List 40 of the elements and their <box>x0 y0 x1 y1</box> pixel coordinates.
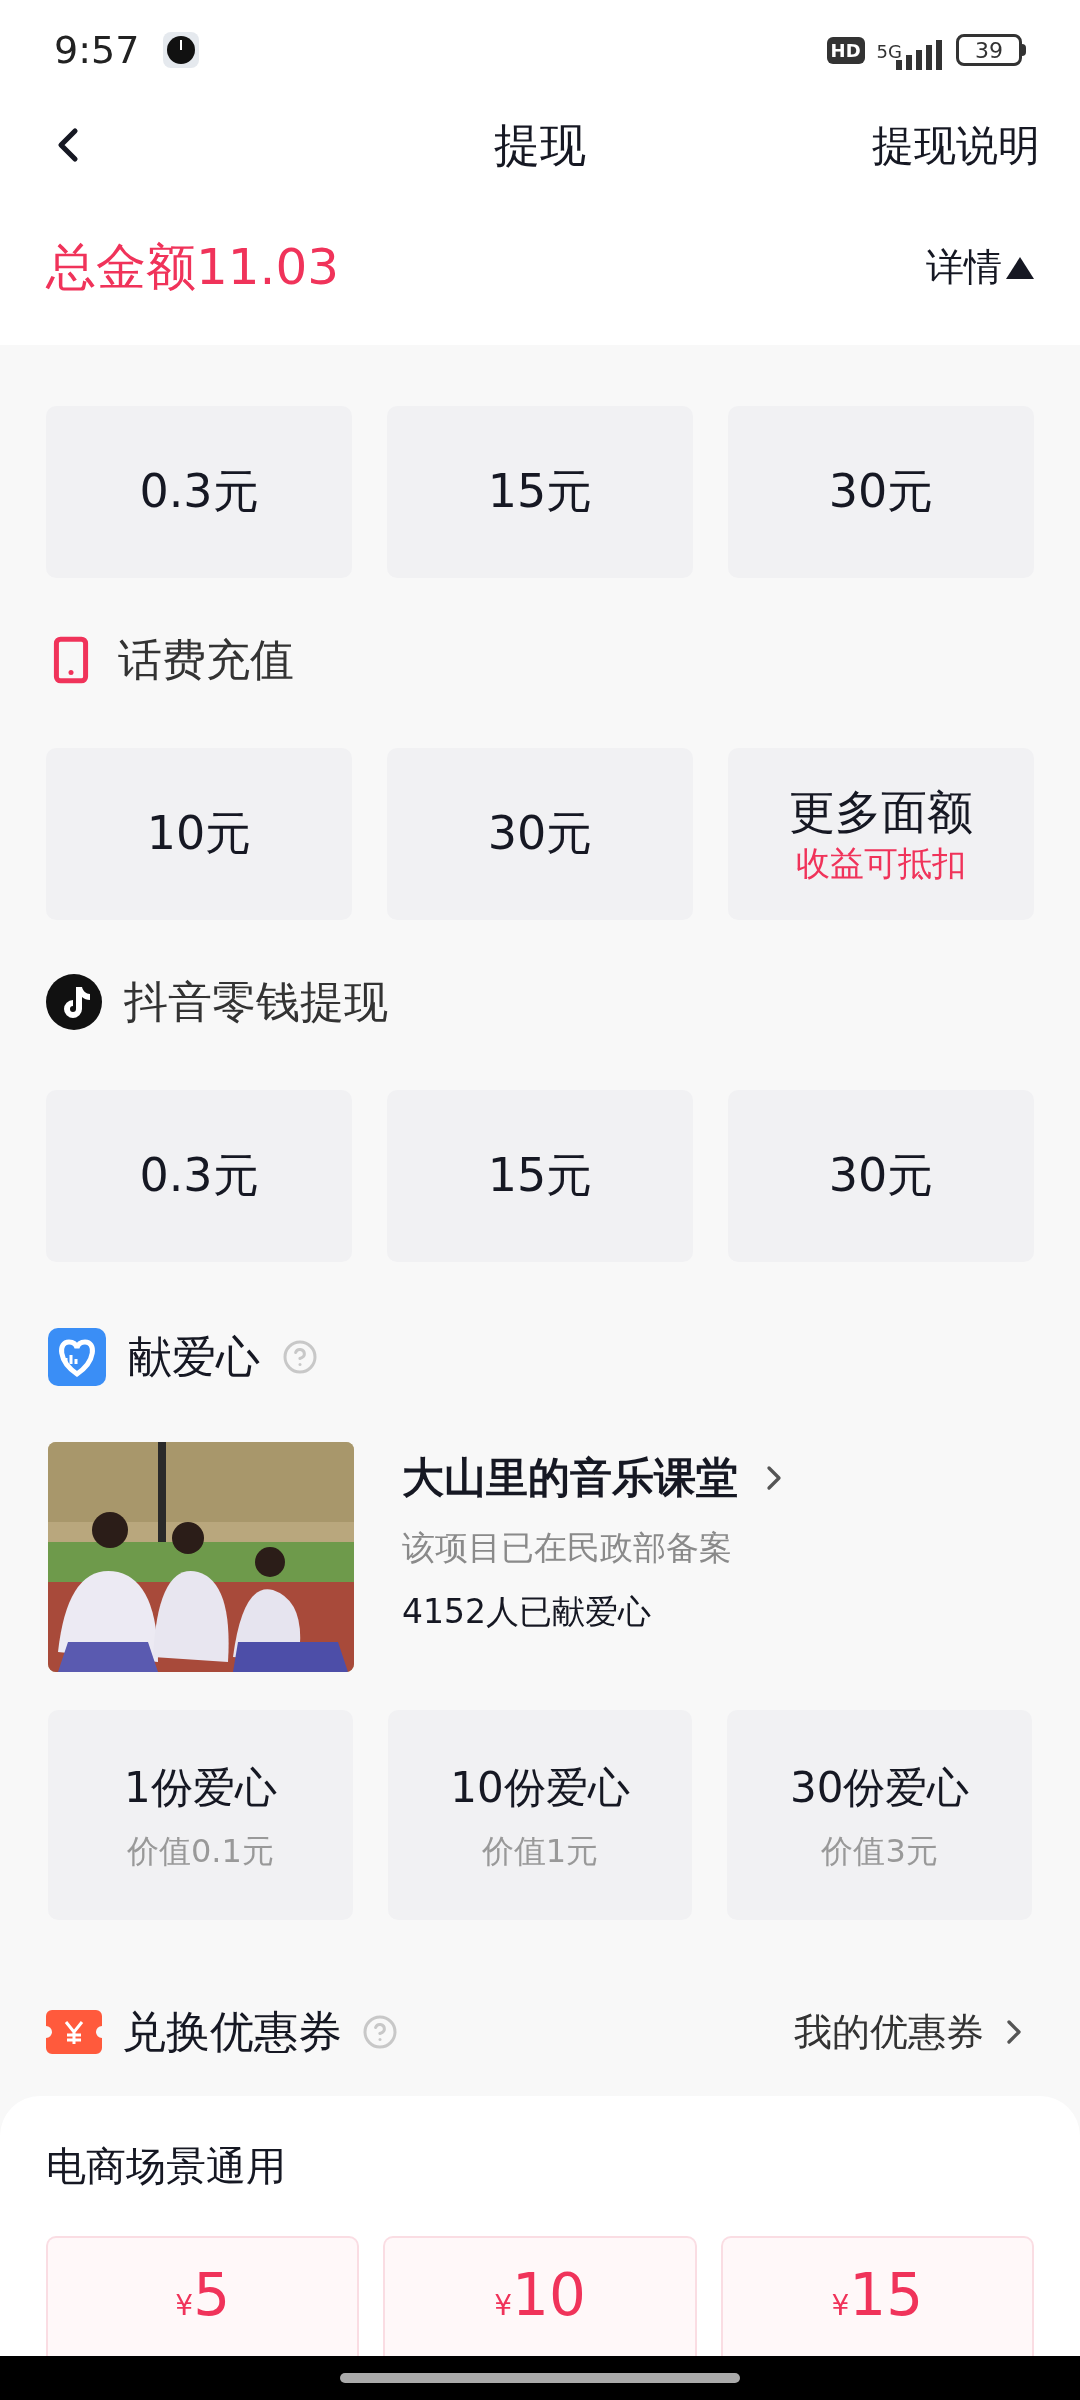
network-label: 5G <box>876 40 902 64</box>
withdraw-info-link[interactable]: 提现说明 <box>872 113 1040 177</box>
coupon-option[interactable]: ¥5 <box>46 2236 360 2356</box>
page-title: 提现 <box>494 116 586 174</box>
section-title: 献爱心 <box>128 1329 260 1384</box>
amount-option[interactable]: 15元 <box>387 406 693 578</box>
donation-option[interactable]: 30份爱心 价值3元 <box>727 1710 1032 1921</box>
amount-option[interactable]: 30元 <box>728 1090 1034 1262</box>
donation-option[interactable]: 1份爱心 价值0.1元 <box>48 1710 353 1921</box>
project-note: 该项目已在民政部备案 <box>402 1527 733 1570</box>
home-indicator[interactable] <box>340 2373 740 2383</box>
section-title: 兑换优惠券 <box>122 2005 342 2060</box>
amount-option[interactable]: 30元 <box>728 406 1034 578</box>
project-link[interactable]: 大山里的音乐课堂 <box>402 1446 794 1510</box>
amount-option[interactable]: 更多面额 收益可抵扣 <box>728 748 1034 920</box>
section-title: 话费充值 <box>118 633 294 687</box>
clock-time: 9:57 <box>54 26 140 74</box>
details-toggle[interactable]: 详情 <box>926 239 1034 296</box>
coupon-option[interactable]: ¥15 <box>720 2236 1034 2356</box>
heart-chart-icon <box>48 1327 106 1386</box>
help-icon[interactable] <box>282 1338 318 1375</box>
amount-option[interactable]: 0.3元 <box>46 1090 352 1262</box>
amount-option[interactable]: 30元 <box>387 748 693 920</box>
help-icon[interactable] <box>362 2014 398 2051</box>
clock-icon <box>163 32 200 68</box>
ticket-icon <box>46 2010 102 2055</box>
amount-option[interactable]: 0.3元 <box>46 406 352 578</box>
total-amount: 总金额11.03 <box>46 237 340 298</box>
amount-option[interactable]: 10元 <box>46 748 352 920</box>
coupon-option[interactable]: ¥10 <box>383 2236 697 2356</box>
donation-option[interactable]: 10份爱心 价值1元 <box>387 1710 693 1921</box>
music-note-icon <box>46 974 102 1030</box>
donor-count: 4152人已献爱心 <box>402 1590 652 1633</box>
my-coupons-link[interactable]: 我的优惠券 <box>794 2003 1034 2061</box>
battery-level: 39 <box>956 34 1022 66</box>
section-title: 抖音零钱提现 <box>124 975 388 1029</box>
battery-tip <box>1022 44 1026 56</box>
amount-option[interactable]: 15元 <box>387 1090 693 1262</box>
hd-badge: HD <box>826 36 865 64</box>
coupon-group-title: 电商场景通用 <box>46 2142 287 2191</box>
